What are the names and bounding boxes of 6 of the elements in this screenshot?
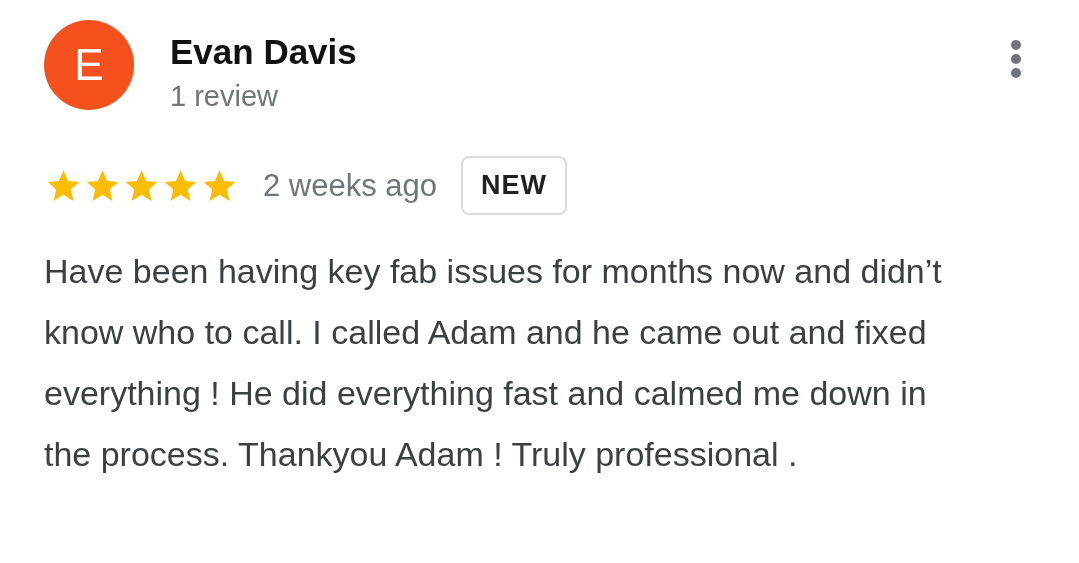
review-count: 1 review [170,79,279,114]
review-time: 2 weeks ago [263,167,438,204]
more-options-icon[interactable] [1011,40,1021,78]
new-badge: NEW [461,156,568,215]
review-text: Have been having key fab issues for months now and didn’t know who to call. I called Adam and he came out and fixed everything ! He did everything fast and calmed me down in the process. Thankyou Adam ! Truly professional . [44,251,943,475]
reviewer-name[interactable]: Evan Davis [170,30,357,74]
